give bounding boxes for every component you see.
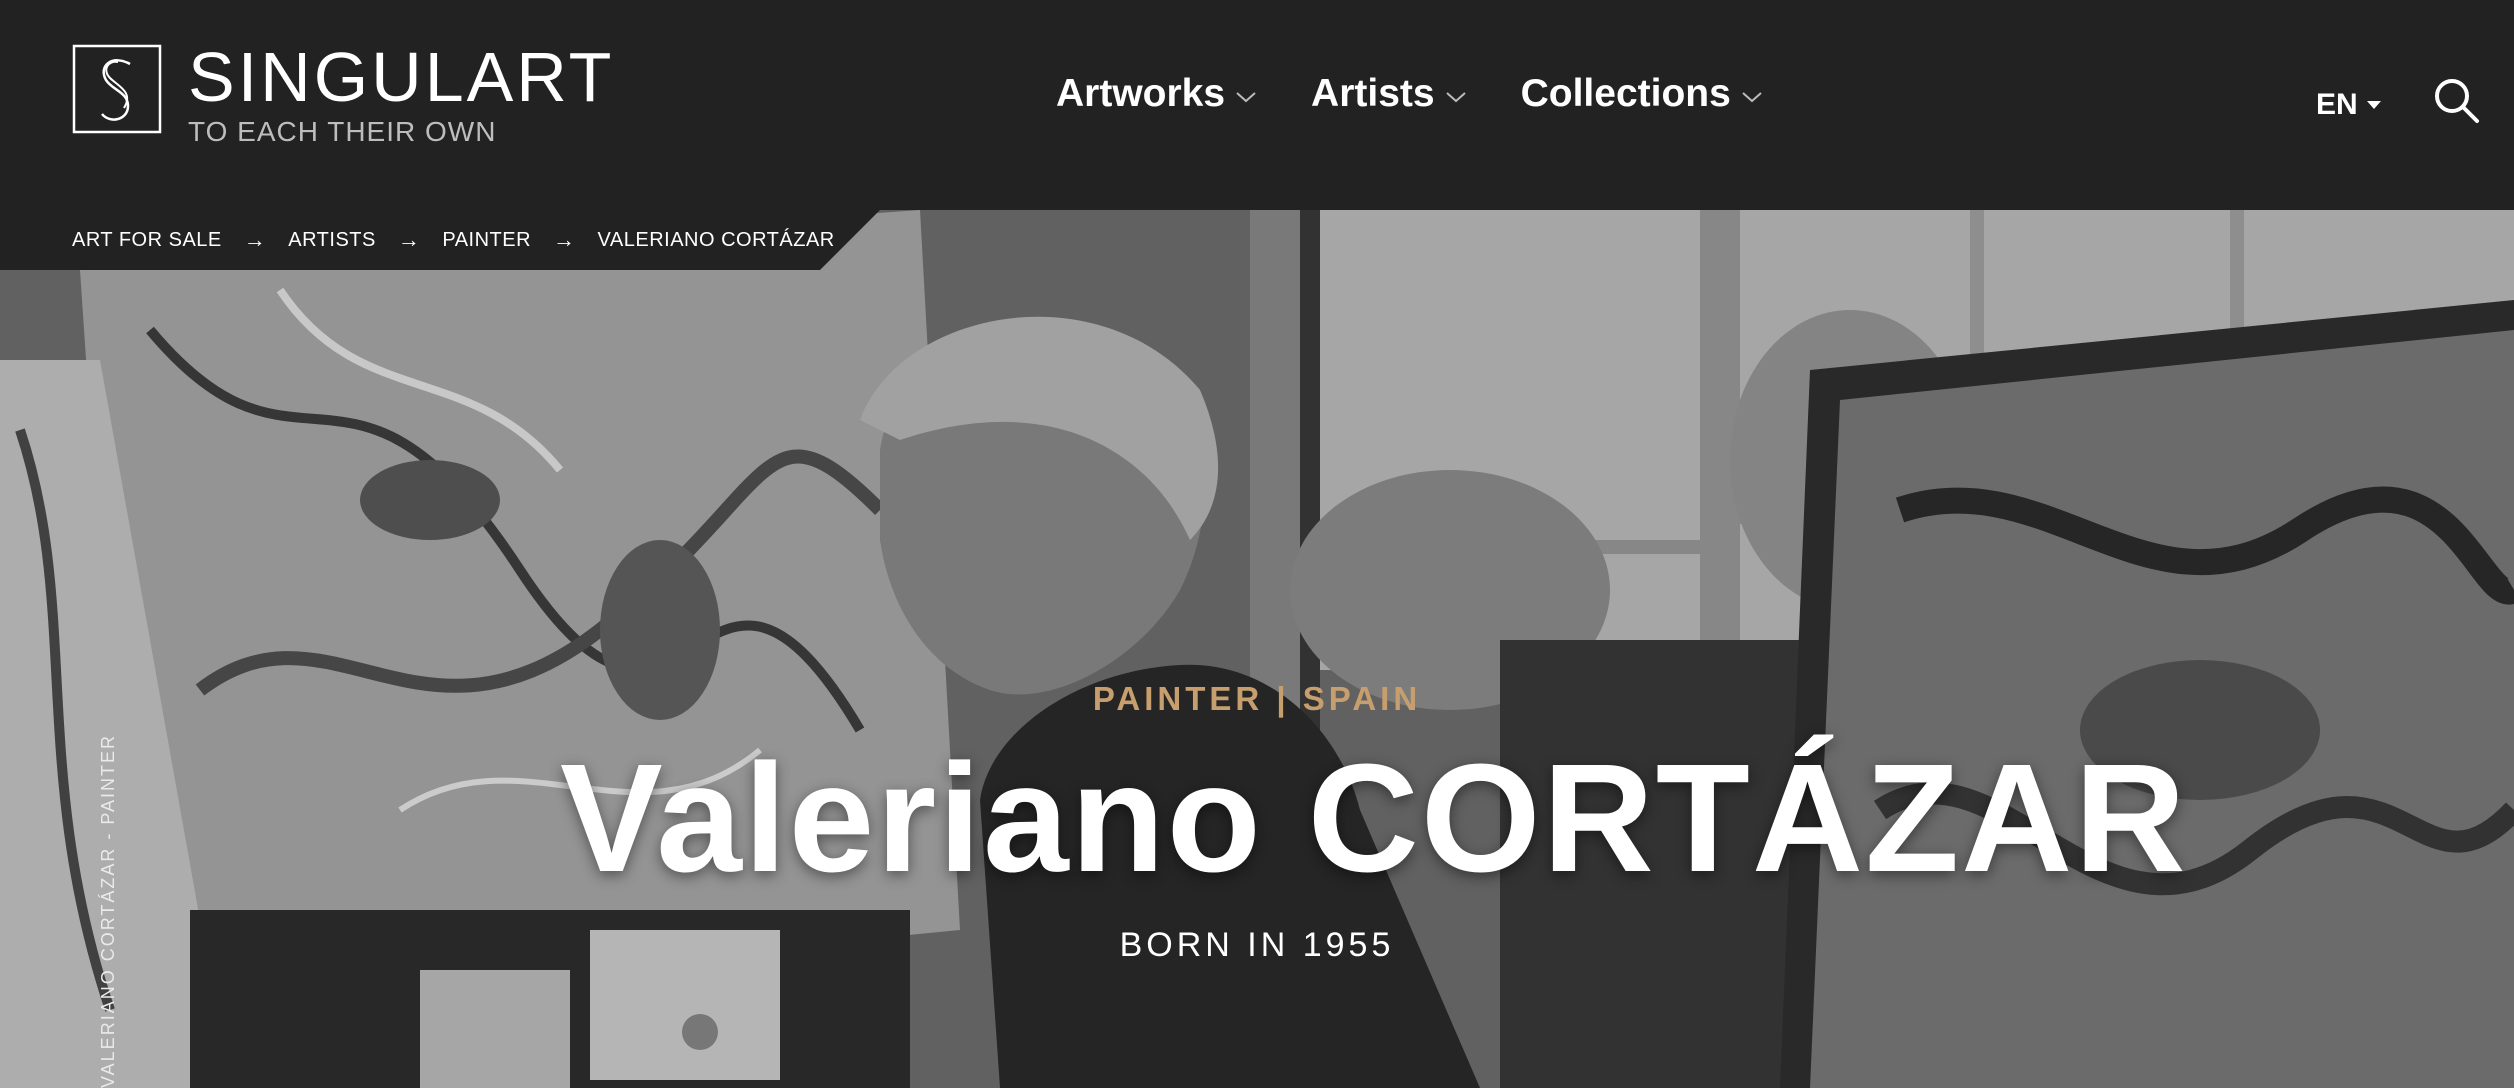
- logo[interactable]: SINGULART TO EACH THEIR OWN: [72, 38, 615, 148]
- breadcrumb: ART FOR SALE → ARTISTS → PAINTER → VALER…: [72, 220, 835, 260]
- logo-tagline: TO EACH THEIR OWN: [188, 116, 497, 147]
- artist-born: BORN IN 1955: [1119, 926, 1395, 964]
- vertical-artist-label: VALERIANO CORTÁZAR - PAINTER: [98, 733, 118, 1088]
- language-label: EN: [2316, 88, 2358, 121]
- breadcrumb-arrow-icon: →: [243, 227, 267, 252]
- artist-name: Valeriano CORTÁZAR: [560, 732, 2188, 904]
- nav-artists-label: Artists: [1311, 72, 1435, 115]
- hero-subtitle-wrap: PAINTER | SPAIN: [0, 680, 2514, 718]
- breadcrumb-painter[interactable]: PAINTER: [442, 229, 531, 252]
- logo-icon: [72, 44, 162, 134]
- artist-subtitle: PAINTER | SPAIN: [1092, 680, 1422, 717]
- main-nav: Artworks Artists Collections: [1056, 72, 1817, 116]
- chevron-down-icon: [1445, 92, 1466, 103]
- chevron-down-icon: [1742, 92, 1762, 103]
- nav-artworks[interactable]: Artworks: [1056, 72, 1257, 116]
- breadcrumb-artists[interactable]: ARTISTS: [288, 229, 376, 252]
- breadcrumb-art-for-sale[interactable]: ART FOR SALE: [72, 229, 222, 252]
- language-selector[interactable]: EN: [2316, 88, 2382, 122]
- breadcrumb-arrow-icon: →: [553, 227, 576, 252]
- nav-collections[interactable]: Collections: [1521, 72, 1763, 116]
- search-icon[interactable]: [2432, 76, 2480, 124]
- chevron-down-icon: [1236, 92, 1256, 103]
- breadcrumb-current: VALERIANO CORTÁZAR: [597, 228, 835, 251]
- nav-artists[interactable]: Artists: [1311, 72, 1467, 116]
- caret-down-icon: [2366, 101, 2381, 109]
- nav-artworks-label: Artworks: [1056, 72, 1226, 115]
- breadcrumb-arrow-icon: →: [397, 227, 421, 252]
- nav-collections-label: Collections: [1520, 72, 1731, 115]
- site-header: SINGULART TO EACH THEIR OWN Artworks Art…: [0, 0, 2514, 210]
- logo-name: SINGULART: [188, 38, 615, 116]
